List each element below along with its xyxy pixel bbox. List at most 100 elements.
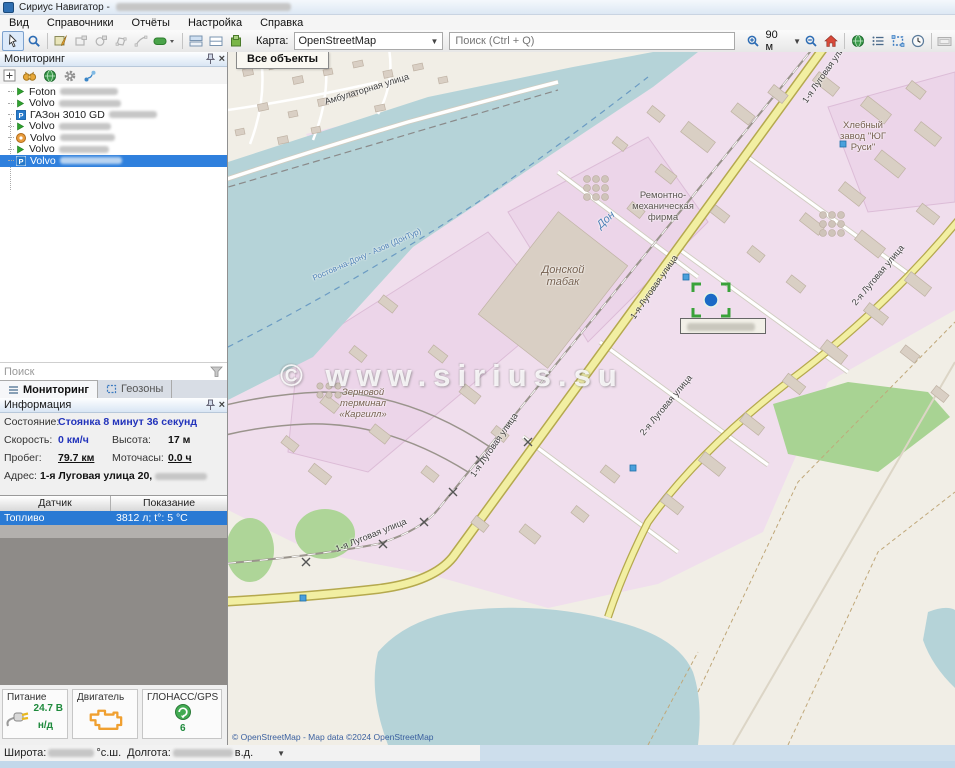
title-bar: Сириус Навигатор - [0, 0, 955, 15]
cargo-mode-button[interactable] [226, 32, 246, 50]
vehicle-row[interactable]: Volvo [0, 98, 227, 110]
vehicle-row[interactable]: Volvo [0, 121, 227, 133]
geozone-tool-3-button[interactable] [111, 32, 131, 50]
close-icon[interactable]: × [219, 400, 225, 411]
globe-icon [851, 34, 865, 48]
layout-split-button[interactable] [206, 32, 226, 50]
route-icon[interactable] [83, 69, 97, 83]
geozones-tab-icon [106, 384, 117, 394]
home-view-button[interactable] [821, 32, 841, 50]
minimap-button[interactable] [935, 32, 955, 50]
mileage-label: Пробег: [4, 452, 42, 464]
value-col-header[interactable]: Показание [111, 496, 227, 511]
split-view-icon [209, 34, 223, 48]
time-filter-button[interactable] [908, 32, 928, 50]
menu-bar: Вид Справочники Отчёты Настройка Справка [0, 15, 955, 30]
minimap-icon [937, 34, 953, 48]
coords-dropdown-icon[interactable]: ▼ [277, 749, 285, 758]
vehicle-row[interactable]: Foton [0, 86, 227, 98]
engine-hours-label: Моточасы: [112, 452, 164, 464]
latitude-redacted [48, 749, 94, 757]
expand-all-icon[interactable] [3, 69, 16, 82]
close-icon[interactable]: × [219, 54, 225, 65]
layout-panels-button[interactable] [186, 32, 206, 50]
scale-chevron-icon[interactable]: ▼ [793, 37, 801, 46]
pin-icon[interactable] [206, 53, 215, 65]
vehicle-name: Volvo [29, 120, 55, 132]
menu-vid[interactable]: Вид [0, 17, 38, 29]
filter-funnel-icon[interactable] [210, 366, 223, 378]
address-label: Адрес: [4, 470, 37, 482]
selection-area-button[interactable] [888, 32, 908, 50]
map-provider-select[interactable]: OpenStreetMap ▼ [294, 32, 444, 50]
vehicle-row[interactable]: Volvo [0, 144, 227, 156]
mileage-value[interactable]: 79.7 км [58, 452, 94, 464]
gps-satellites-value: 6 [180, 723, 186, 734]
engine-hours-value[interactable]: 0.0 ч [168, 452, 192, 464]
menu-spravochniki[interactable]: Справочники [38, 17, 123, 29]
monitoring-panel-header: Мониторинг × [0, 52, 227, 67]
sensor-col-header[interactable]: Датчик [0, 496, 111, 511]
geozone-tool-2-button[interactable] [91, 32, 111, 50]
poi-label: Хлебный завод "ЮГ Руси" [823, 120, 903, 153]
status-moving-icon [16, 87, 25, 96]
gear-icon[interactable] [63, 69, 77, 83]
zoom-select-button[interactable] [24, 32, 44, 50]
speed-value: 0 км/ч [58, 434, 89, 446]
show-on-map-icon[interactable] [43, 69, 57, 83]
vehicle-name-redacted [60, 134, 115, 141]
watermark: © www.sirius.su [280, 358, 700, 394]
power-voltage-value: 24.7 В [34, 703, 63, 714]
vehicle-row-selected[interactable]: P Volvo [0, 155, 227, 167]
vehicle-name: Volvo [29, 97, 55, 109]
geozone-line-icon [134, 34, 148, 48]
longitude-label: Долгота: [127, 747, 171, 759]
cargo-box-icon [229, 34, 243, 48]
menu-spravka[interactable]: Справка [251, 17, 312, 29]
magnifier-icon [27, 34, 41, 48]
sensor-table-empty-row [0, 525, 227, 538]
map-canvas[interactable]: Амбулаторная улица 1-я Луговая улица 1-я… [228, 52, 955, 745]
geozone-tool-1-button[interactable] [71, 32, 91, 50]
show-all-objects-button[interactable] [848, 32, 868, 50]
map-tab-all-objects[interactable]: Все объекты [236, 52, 329, 69]
address-redacted [155, 473, 207, 480]
tab-monitoring[interactable]: Мониторинг [0, 380, 98, 398]
select-cursor-button[interactable] [2, 31, 24, 51]
tab-monitoring-label: Мониторинг [23, 384, 89, 396]
global-search-input[interactable] [449, 32, 735, 50]
sensor-name: Топливо [0, 512, 110, 524]
sensor-table-header: Датчик Показание [0, 495, 227, 512]
pin-icon[interactable] [206, 399, 215, 411]
menu-nastroyka[interactable]: Настройка [179, 17, 251, 29]
power-sub-value: н/д [38, 720, 53, 731]
legend-button[interactable] [868, 32, 888, 50]
engine-gauge: Двигатель [72, 689, 138, 739]
sensor-row-selected[interactable]: Топливо 3812 л; t°: 5 °C [0, 511, 227, 525]
status-bar-right-segment [480, 745, 955, 761]
sidebar: Мониторинг × Foton Volvo P ГАЗон 3 [0, 52, 228, 745]
zoom-in-button[interactable] [743, 32, 763, 50]
vehicle-map-label[interactable] [680, 318, 766, 334]
vehicle-name: Volvo [30, 132, 56, 144]
status-bar: Широта: °с.ш. Долгота: в.д. ▼ [0, 745, 955, 761]
home-icon [824, 34, 838, 48]
tree-search-row[interactable]: Поиск [0, 362, 227, 381]
vehicle-row[interactable]: Volvo [0, 132, 227, 144]
tab-geozones[interactable]: Геозоны [98, 380, 172, 398]
map-provider-value: OpenStreetMap [299, 35, 377, 47]
engine-gauge-label: Двигатель [77, 692, 124, 703]
glonass-gps-icon [174, 703, 192, 721]
zoom-out-button[interactable] [801, 32, 821, 50]
binoculars-search-icon[interactable] [22, 69, 37, 82]
edit-map-button[interactable] [51, 32, 71, 50]
svg-text:P: P [18, 111, 23, 120]
vehicle-row[interactable]: P ГАЗон 3010 GD [0, 109, 227, 121]
vehicle-tree: Foton Volvo P ГАЗон 3010 GD Volvo Volvo [0, 84, 227, 362]
svg-text:P: P [18, 157, 23, 166]
bottom-strip [0, 761, 955, 768]
track-color-button[interactable] [151, 32, 179, 50]
menu-otchety[interactable]: Отчёты [123, 17, 179, 29]
geozone-tool-4-button[interactable] [131, 32, 151, 50]
window-title-redacted [116, 3, 291, 11]
